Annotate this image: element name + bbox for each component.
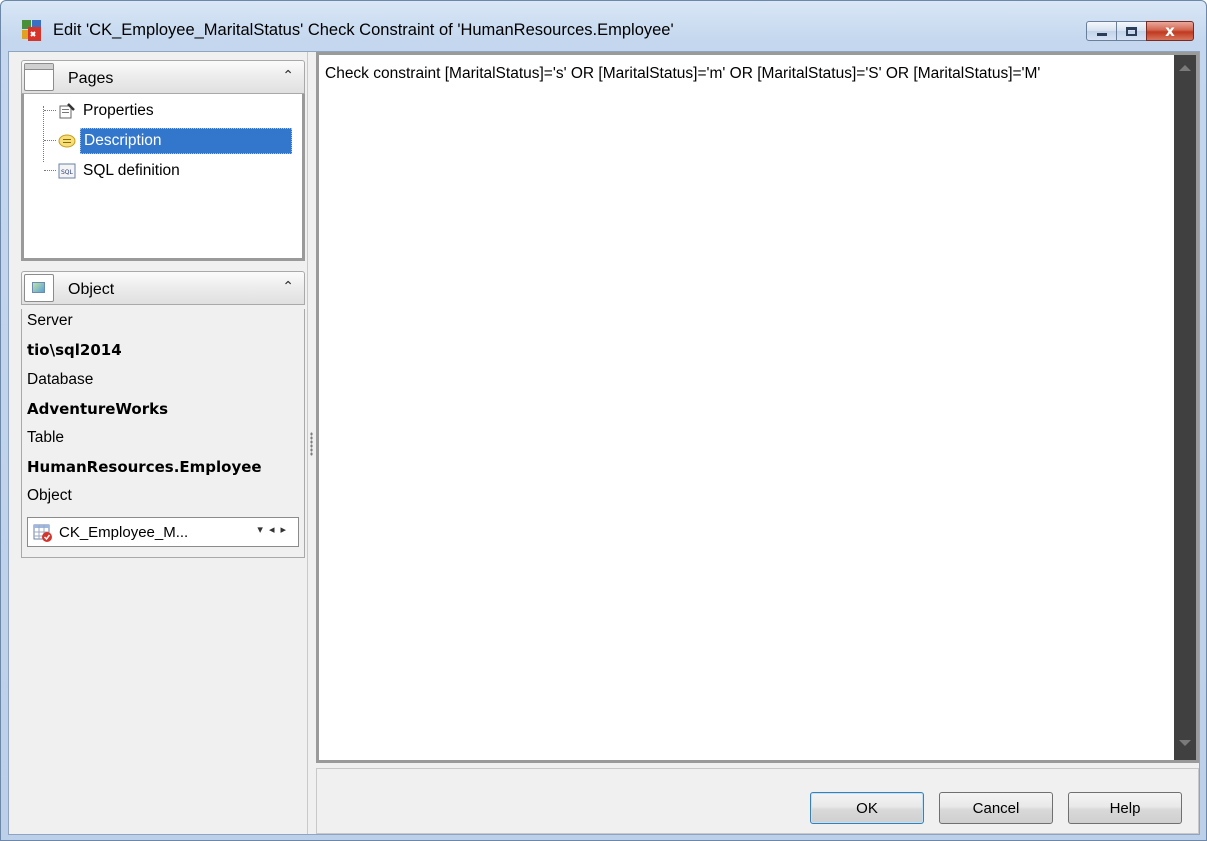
pages-tree: Properties Description SQL SQL definitio… bbox=[21, 94, 305, 259]
window-title: Edit 'CK_Employee_MaritalStatus' Check C… bbox=[53, 21, 674, 39]
maximize-button[interactable] bbox=[1116, 21, 1147, 41]
server-label: Server bbox=[27, 312, 73, 329]
close-icon: x bbox=[1165, 21, 1175, 40]
description-text: Check constraint [MaritalStatus]='s' OR … bbox=[325, 65, 1041, 82]
scroll-up-icon[interactable] bbox=[1179, 65, 1191, 71]
object-icon bbox=[24, 274, 54, 302]
pages-panel-header[interactable]: Pages ⌃ bbox=[21, 60, 305, 94]
server-value: tio\sql2014 bbox=[27, 341, 122, 359]
client-area: Pages ⌃ Properties Description SQL SQL d… bbox=[8, 51, 1200, 835]
object-panel-header[interactable]: Object ⌃ bbox=[21, 271, 305, 305]
sql-icon: SQL bbox=[58, 163, 76, 178]
maximize-icon bbox=[1126, 26, 1137, 36]
collapse-chevron-icon[interactable]: ⌃ bbox=[282, 68, 294, 84]
description-icon bbox=[58, 134, 76, 147]
object-selector[interactable]: CK_Employee_M... ▾◂▸ bbox=[27, 517, 299, 547]
scroll-down-icon[interactable] bbox=[1179, 740, 1191, 746]
tree-item-label: Description bbox=[80, 127, 292, 154]
tree-item-description[interactable]: Description bbox=[38, 127, 292, 154]
app-icon bbox=[22, 20, 41, 41]
ok-button[interactable]: OK bbox=[810, 792, 924, 824]
minimize-icon bbox=[1096, 33, 1107, 36]
tree-item-label: SQL definition bbox=[83, 161, 180, 179]
database-label: Database bbox=[27, 371, 94, 388]
collapse-chevron-icon[interactable]: ⌃ bbox=[282, 279, 294, 295]
check-constraint-icon bbox=[33, 524, 52, 542]
dialog-window: Edit 'CK_Employee_MaritalStatus' Check C… bbox=[0, 0, 1207, 841]
database-value: AdventureWorks bbox=[27, 400, 169, 418]
tree-item-label: Properties bbox=[83, 101, 154, 119]
vertical-scrollbar[interactable] bbox=[1174, 55, 1196, 760]
properties-icon bbox=[59, 102, 75, 118]
svg-text:SQL: SQL bbox=[61, 169, 74, 176]
tree-item-properties[interactable]: Properties bbox=[38, 97, 157, 124]
help-button[interactable]: Help bbox=[1068, 792, 1182, 824]
button-bar: OK Cancel Help bbox=[316, 768, 1199, 834]
description-editor[interactable]: Check constraint [MaritalStatus]='s' OR … bbox=[316, 52, 1199, 763]
window-controls: x bbox=[1086, 21, 1194, 41]
table-value: HumanResources.Employee bbox=[27, 458, 262, 476]
minimize-button[interactable] bbox=[1086, 21, 1117, 41]
tree-item-sql-definition[interactable]: SQL SQL definition bbox=[38, 157, 183, 184]
pages-icon bbox=[24, 63, 54, 91]
object-selector-value: CK_Employee_M... bbox=[59, 524, 189, 541]
close-button[interactable]: x bbox=[1146, 21, 1194, 41]
object-label: Object bbox=[27, 487, 72, 504]
splitter-grip-icon bbox=[310, 432, 313, 456]
table-label: Table bbox=[27, 429, 65, 446]
title-bar[interactable]: Edit 'CK_Employee_MaritalStatus' Check C… bbox=[1, 1, 1206, 51]
cancel-button[interactable]: Cancel bbox=[939, 792, 1053, 824]
object-panel-title: Object bbox=[68, 281, 115, 298]
left-navigation: Pages ⌃ Properties Description SQL SQL d… bbox=[9, 52, 308, 834]
selector-arrows-icon[interactable]: ▾◂▸ bbox=[257, 523, 292, 536]
pages-panel-title: Pages bbox=[68, 70, 114, 87]
splitter[interactable] bbox=[308, 52, 316, 834]
